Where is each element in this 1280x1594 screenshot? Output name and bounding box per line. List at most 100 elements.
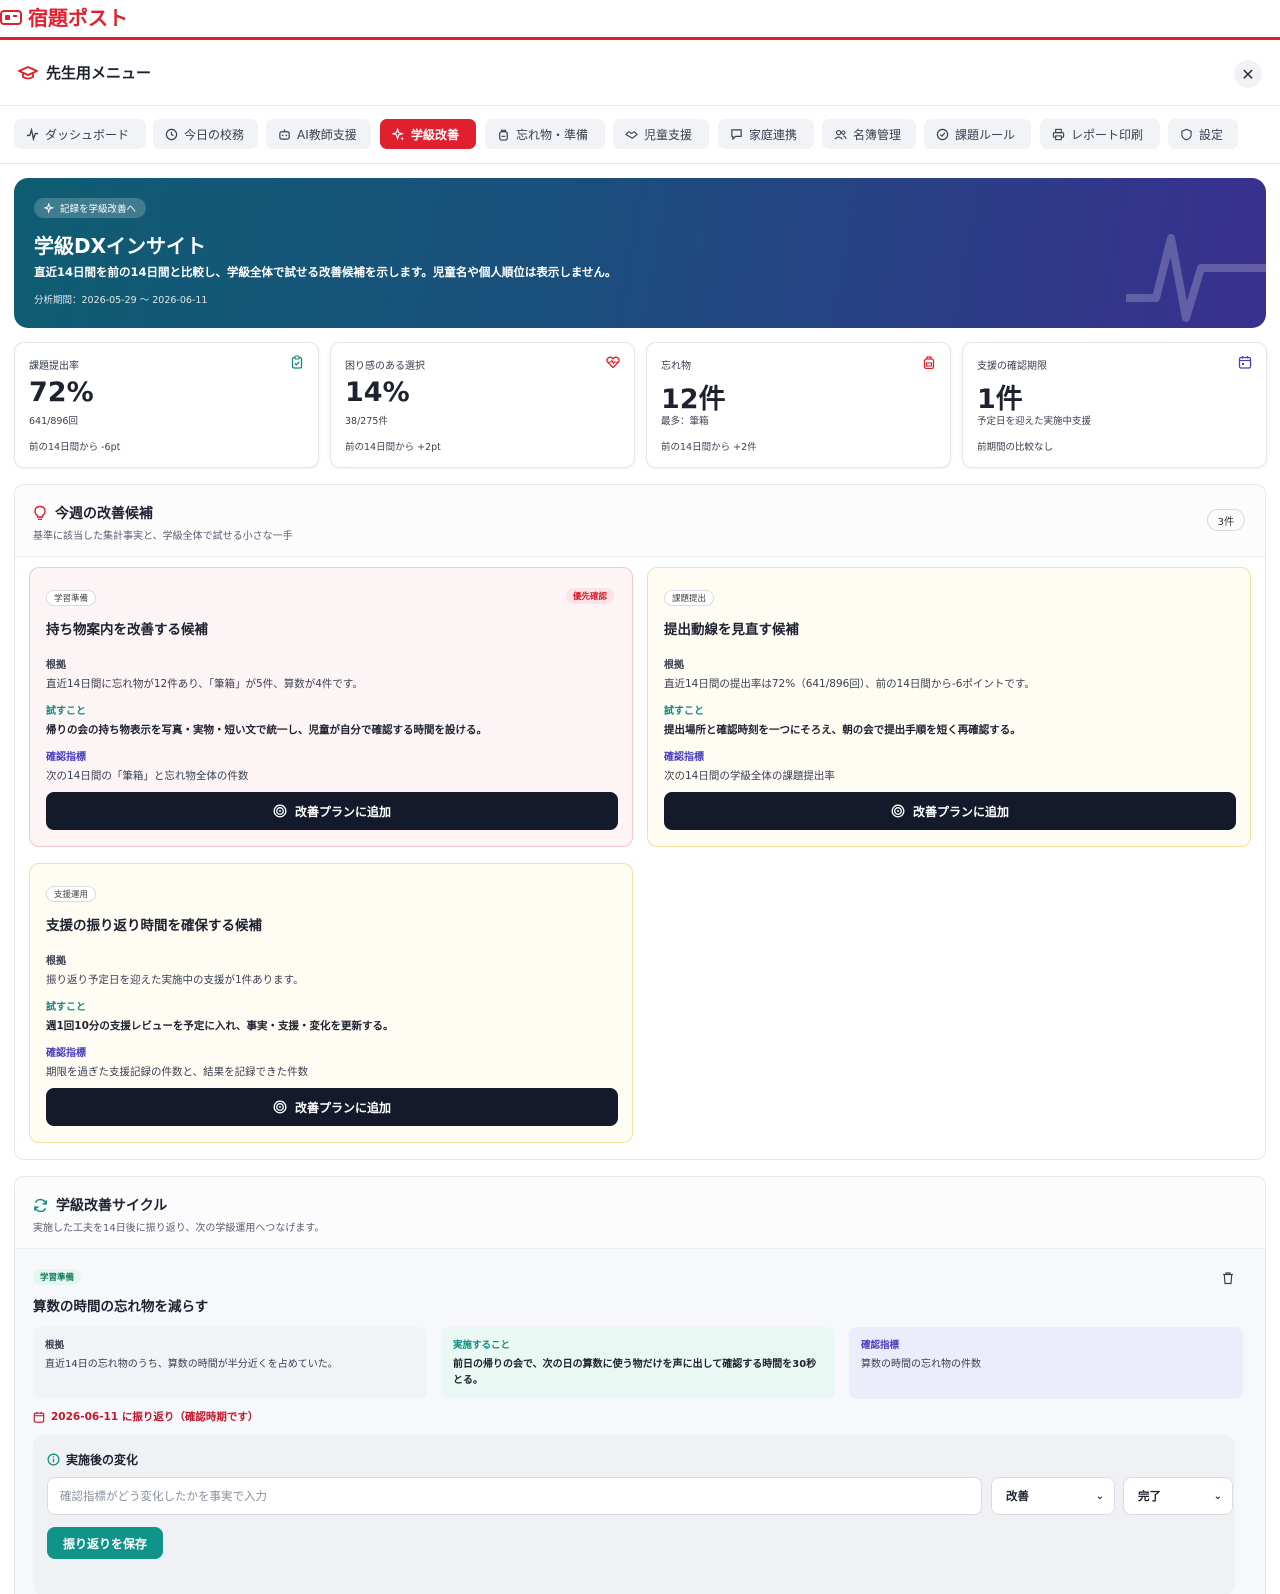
top-bar: 宿題ポスト: [0, 0, 1280, 40]
review-due-notice: 2026-06-11 に振り返り（確認時期です）: [33, 1409, 258, 1424]
insight-hero: 記録を学級改善へ 学級DXインサイト 直近14日間を前の14日間と比較し、学級全…: [14, 178, 1266, 328]
button-label: 改善プランに追加: [294, 804, 391, 819]
basis-label: 根拠: [664, 660, 684, 671]
chevron-down-icon: ⌄: [1213, 1490, 1222, 1502]
tab-settings[interactable]: 設定: [1168, 119, 1238, 149]
kpi-trend: 前の14日間から +2件: [661, 442, 757, 453]
select-value: 改善: [1006, 1489, 1029, 1503]
brand[interactable]: 宿題ポスト: [0, 2, 128, 31]
improvement-cycle-section: 学級改善サイクル 実施した工夫を14日後に振り返り、次の学級運用へつなげます。 …: [14, 1176, 1266, 1594]
activity-icon: [26, 127, 39, 141]
category-tag: 課題提出: [664, 590, 715, 606]
mailbox-icon: [0, 9, 22, 25]
category-tag: 学習準備: [33, 1269, 82, 1285]
chevron-down-icon: ⌄: [1095, 1490, 1104, 1502]
button-label: 改善プランに追加: [294, 1100, 391, 1115]
tab-label: AI教師支援: [297, 127, 357, 142]
calendar-icon: [33, 1411, 45, 1423]
improvement-card: 支援運用 支援の振り返り時間を確保する候補 根拠 振り返り予定日を迎えた実施中の…: [29, 863, 633, 1143]
select-value: 完了: [1138, 1489, 1161, 1503]
change-description-input[interactable]: [47, 1477, 982, 1515]
section-subtitle: 実施した工夫を14日後に振り返り、次の学級運用へつなげます。: [33, 1223, 325, 1234]
section-title-text: 今週の改善候補: [55, 506, 153, 522]
kpi-trend: 前の14日間から +2pt: [345, 442, 441, 453]
info-icon: [47, 1453, 60, 1466]
kpi-label: 困り感のある選択: [345, 361, 425, 372]
save-review-button[interactable]: 振り返りを保存: [47, 1527, 164, 1559]
kpi-label: 課題提出率: [29, 361, 79, 372]
menu-title-text: 先生用メニュー: [46, 64, 152, 82]
pulse-decoration-icon: [1126, 234, 1266, 322]
tab-dashboard[interactable]: ダッシュボード: [14, 119, 146, 149]
tab-forgotten-items[interactable]: 忘れ物・準備: [485, 119, 605, 149]
tab-label: ダッシュボード: [45, 127, 130, 142]
close-icon: ✕: [1241, 64, 1255, 84]
metric-text: 次の14日間の「筆箱」と忘れ物全体の件数: [46, 770, 249, 782]
target-icon: [891, 804, 905, 818]
action-box: 実施すること 前日の帰りの会で、次の日の算数に使う物だけを声に出して確認する時間…: [441, 1327, 835, 1399]
basis-label: 根拠: [46, 660, 66, 671]
status-select[interactable]: 完了 ⌄: [1123, 1477, 1233, 1515]
section-title: 学級改善サイクル: [33, 1195, 167, 1215]
metric-text: 期限を過ぎた支援記録の件数と、結果を記録できた件数: [46, 1066, 309, 1078]
tab-student-support[interactable]: 児童支援: [613, 119, 709, 149]
try-label: 試すこと: [46, 706, 86, 717]
menu-title: 先生用メニュー: [18, 62, 151, 83]
after-title: 実施後の変化: [47, 1451, 138, 1468]
analysis-period: 分析期間：2026-05-29 〜 2026-06-11: [34, 295, 208, 306]
hero-chip-text: 記録を学級改善へ: [60, 204, 137, 215]
card-title: 提出動線を見直す候補: [664, 622, 799, 638]
section-title: 今週の改善候補: [33, 503, 153, 523]
tab-label: 課題ルール: [955, 127, 1016, 142]
section-title-text: 学級改善サイクル: [56, 1198, 168, 1214]
basis-label: 根拠: [46, 956, 66, 967]
action-label: 実施すること: [453, 1340, 511, 1351]
metric-box: 確認指標 算数の時間の忘れ物の件数: [849, 1327, 1243, 1399]
target-icon: [273, 1100, 287, 1114]
tab-ai-support[interactable]: AI教師支援: [266, 119, 371, 149]
add-to-plan-button[interactable]: 改善プランに追加: [46, 792, 618, 830]
metric-label: 確認指標: [664, 752, 704, 763]
kpi-value: 14%: [345, 377, 410, 408]
users-icon: [834, 129, 847, 140]
hero-description: 直近14日間を前の14日間と比較し、学級全体で試せる改善候補を示します。児童名や…: [34, 265, 617, 279]
hero-chip: 記録を学級改善へ: [34, 198, 147, 218]
kpi-card-forgotten-items: 忘れ物 12件 最多：筆箱 前の14日間から +2件: [646, 342, 951, 468]
tab-today-duties[interactable]: 今日の校務: [153, 119, 258, 149]
lightbulb-icon: [34, 505, 46, 520]
tab-assignment-rules[interactable]: 課題ルール: [924, 119, 1031, 149]
basis-label: 根拠: [45, 1340, 65, 1351]
kpi-card-submission-rate: 課題提出率 72% 641/896回 前の14日間から -6pt: [14, 342, 319, 468]
tab-class-improvement[interactable]: 学級改善: [380, 119, 476, 149]
clock-icon: [165, 128, 178, 140]
add-to-plan-button[interactable]: 改善プランに追加: [46, 1088, 618, 1126]
metric-text: 次の14日間の学級全体の課題提出率: [664, 770, 835, 782]
kpi-trend: 前期間の比較なし: [977, 442, 1054, 453]
kpi-label: 支援の確認期限: [977, 361, 1047, 372]
kpi-value: 1件: [977, 384, 1023, 415]
kpi-card-support-deadline: 支援の確認期限 1件 予定日を迎えた実施中支援 前期間の比較なし: [962, 342, 1267, 468]
printer-icon: [1052, 128, 1065, 140]
menu-header: 先生用メニュー ✕: [0, 42, 1280, 106]
bot-icon: [279, 128, 290, 140]
tab-roster[interactable]: 名簿管理: [822, 119, 916, 149]
hero-title: 学級DXインサイト: [34, 234, 207, 258]
try-text: 週1回10分の支援レビューを予定に入れ、事実・支援・変化を更新する。: [46, 1020, 394, 1032]
tab-report-print[interactable]: レポート印刷: [1040, 119, 1160, 149]
tab-label: 今日の校務: [184, 127, 245, 142]
add-to-plan-button[interactable]: 改善プランに追加: [664, 792, 1236, 830]
priority-badge: 優先確認: [565, 588, 614, 604]
improvement-card: 課題提出 提出動線を見直す候補 根拠 直近14日間の提出率は72%（641/89…: [647, 567, 1251, 847]
tab-home-liaison[interactable]: 家庭連携: [718, 119, 814, 149]
tab-label: 忘れ物・準備: [516, 127, 589, 142]
result-select[interactable]: 改善 ⌄: [991, 1477, 1115, 1515]
refresh-icon: [34, 1198, 47, 1212]
brand-name: 宿題ポスト: [28, 6, 128, 30]
close-button[interactable]: ✕: [1234, 60, 1262, 88]
tab-bar: ダッシュボード 今日の校務 AI教師支援 学級改善 忘れ物・準備 児童支援 家庭…: [0, 106, 1280, 164]
kpi-sub: 予定日を迎えた実施中支援: [977, 416, 1092, 427]
section-subtitle: 基準に該当した集計事実と、学級全体で試せる小さな一手: [33, 531, 293, 542]
trash-icon[interactable]: [1221, 1271, 1235, 1285]
action-text: 前日の帰りの会で、次の日の算数に使う物だけを声に出して確認する時間を30秒とる。: [453, 1359, 817, 1386]
kpi-trend: 前の14日間から -6pt: [29, 442, 121, 453]
